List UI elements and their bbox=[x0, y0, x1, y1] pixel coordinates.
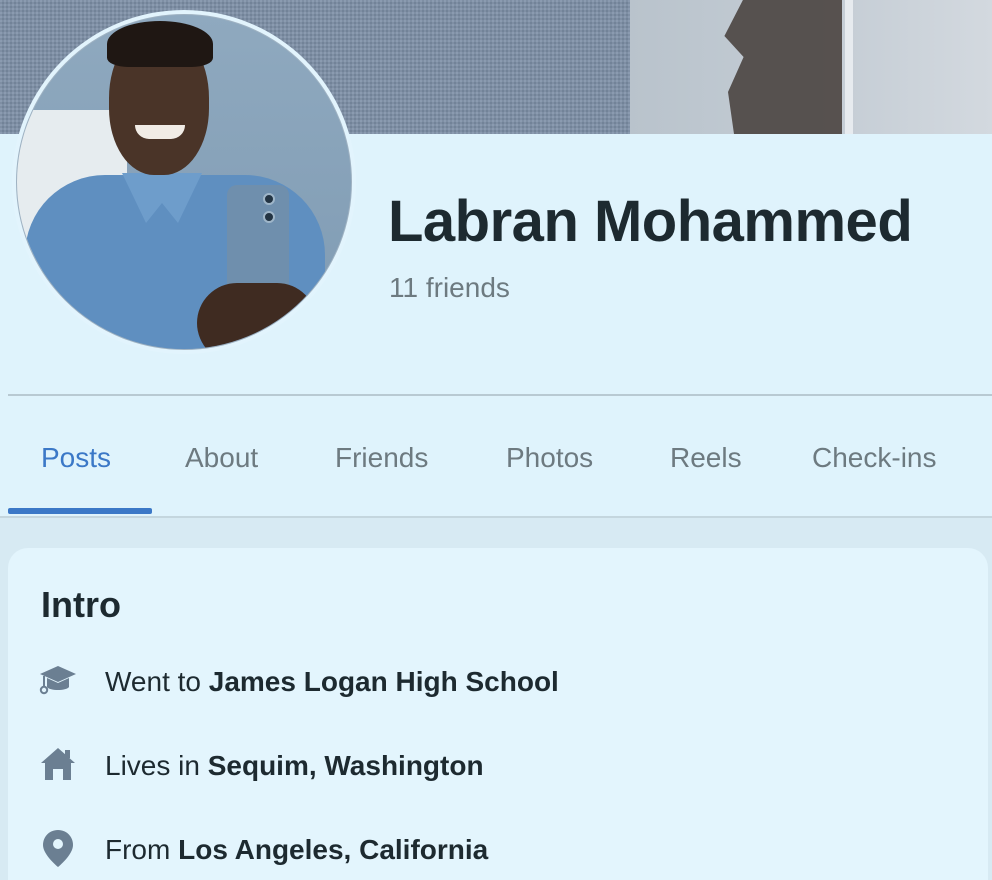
intro-hometown-value[interactable]: Los Angeles, California bbox=[178, 834, 488, 865]
intro-hometown-text: From Los Angeles, California bbox=[105, 834, 488, 866]
tab-posts[interactable]: Posts bbox=[41, 442, 111, 474]
intro-hometown-prefix: From bbox=[105, 834, 171, 865]
avatar-camera-lens bbox=[263, 211, 275, 223]
avatar-hair bbox=[107, 21, 213, 67]
cover-panel bbox=[630, 0, 992, 134]
intro-residence-prefix: Lives in bbox=[105, 750, 200, 781]
avatar[interactable] bbox=[12, 10, 356, 354]
tab-check-ins[interactable]: Check-ins bbox=[812, 442, 936, 474]
intro-residence-text: Lives in Sequim, Washington bbox=[105, 750, 484, 782]
intro-education-value[interactable]: James Logan High School bbox=[209, 666, 559, 697]
intro-card: Intro Went to James Logan High School Li… bbox=[8, 548, 988, 880]
location-pin-icon bbox=[38, 828, 78, 868]
intro-title: Intro bbox=[41, 584, 121, 625]
active-tab-indicator bbox=[8, 508, 152, 514]
intro-item-education: Went to James Logan High School bbox=[38, 656, 938, 698]
graduation-cap-icon bbox=[38, 660, 78, 700]
cover-divider bbox=[845, 0, 853, 134]
intro-residence-value[interactable]: Sequim, Washington bbox=[208, 750, 484, 781]
profile-name: Labran Mohammed bbox=[388, 189, 913, 254]
tab-friends[interactable]: Friends bbox=[335, 442, 428, 474]
cover-shape bbox=[724, 0, 842, 134]
tab-reels[interactable]: Reels bbox=[670, 442, 742, 474]
intro-item-hometown: From Los Angeles, California bbox=[38, 824, 938, 867]
avatar-camera-lens bbox=[263, 193, 275, 205]
intro-item-residence: Lives in Sequim, Washington bbox=[38, 740, 938, 782]
tab-photos[interactable]: Photos bbox=[506, 442, 593, 474]
home-icon bbox=[38, 744, 78, 784]
tab-about[interactable]: About bbox=[185, 442, 258, 474]
avatar-phone bbox=[227, 185, 289, 295]
avatar-hands bbox=[197, 283, 317, 349]
intro-education-text: Went to James Logan High School bbox=[105, 666, 559, 698]
intro-education-prefix: Went to bbox=[105, 666, 201, 697]
avatar-smile bbox=[135, 125, 185, 139]
profile-tabs: Posts About Friends Photos Reels Check-i… bbox=[8, 396, 992, 518]
friends-count[interactable]: 11 friends bbox=[389, 272, 510, 304]
profile-picture bbox=[16, 14, 352, 350]
